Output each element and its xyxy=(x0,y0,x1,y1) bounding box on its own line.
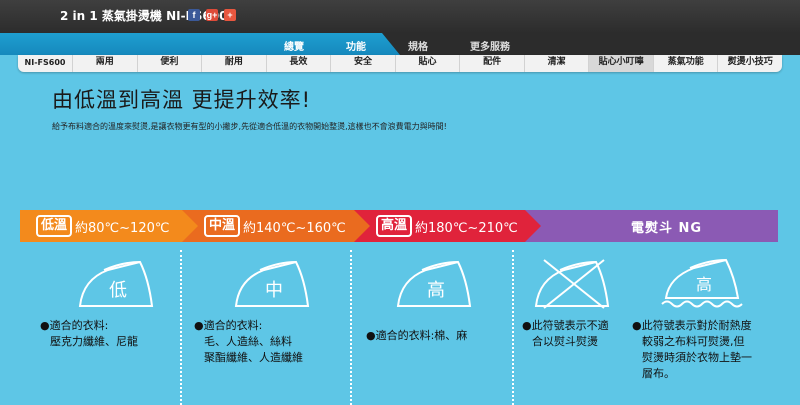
subnav-tab-convenient[interactable]: 便利 xyxy=(138,55,203,72)
caption-line: 層布。 xyxy=(642,367,675,380)
nav-more-services[interactable]: 更多服務 xyxy=(470,38,510,53)
iron-high-icon: 高 xyxy=(396,260,472,307)
subnav-tab-durable[interactable]: 耐用 xyxy=(202,55,267,72)
iron-low-label: 低 xyxy=(109,280,127,301)
subnav-tab-dual[interactable]: 兩用 xyxy=(73,55,138,72)
subnav-tab-safety[interactable]: 安全 xyxy=(331,55,396,72)
caption-low: ●適合的衣料: 壓克力纖維、尼龍 xyxy=(40,318,138,350)
iron-steam-cloth-icon: 高 xyxy=(661,258,743,308)
caption-line: 壓克力纖維、尼龍 xyxy=(50,335,138,348)
main-nav: 總覽 功能 規格 更多服務 xyxy=(0,33,800,55)
temp-badge-high: 高溫 xyxy=(376,215,413,237)
caption-ng: ●此符號表示不適 合以熨斗熨燙 xyxy=(522,318,609,350)
temp-segment-high: 高溫 約180℃~210℃ xyxy=(354,210,544,242)
feature-subnav: NI-FS600 兩用 便利 耐用 長效 安全 貼心 配件 清潔 貼心小叮嚀 蒸… xyxy=(18,55,782,72)
temp-range-low: 約80℃~120℃ xyxy=(75,220,170,236)
top-header: 2 in 1 蒸氣掛燙機 NI-FS600 f g+ + xyxy=(0,0,800,33)
caption-mid: ●適合的衣料: 毛、人造絲、絲料 聚酯纖維、人造纖維 xyxy=(194,318,303,366)
nav-features[interactable]: 功能 xyxy=(346,38,366,53)
caption-high: ●適合的衣料:棉、麻 xyxy=(366,328,467,344)
nav-overview[interactable]: 總覽 xyxy=(284,38,304,53)
caption-line: 熨燙時須於衣物上墊一 xyxy=(642,351,752,364)
subnav-tab-thoughtful[interactable]: 貼心 xyxy=(396,55,461,72)
subnav-tab-ironing-tips[interactable]: 熨燙小技巧 xyxy=(718,55,782,72)
temp-range-mid: 約140℃~160℃ xyxy=(243,220,346,236)
caption-line: 毛、人造絲、絲料 xyxy=(204,335,292,348)
iron-no-iron-icon xyxy=(534,259,610,309)
subnav-tab-long-lasting[interactable]: 長效 xyxy=(267,55,332,72)
caption-steam: ●此符號表示對於耐熱度 較弱之布料可熨燙,但 熨燙時須於衣物上墊一 層布。 xyxy=(632,318,752,382)
caption-line: ●此符號表示不適 xyxy=(522,319,609,332)
nav-specs[interactable]: 規格 xyxy=(408,38,428,53)
subnav-tab-steam[interactable]: 蒸氣功能 xyxy=(654,55,719,72)
column-divider xyxy=(350,250,352,405)
subnav-tab-accessories[interactable]: 配件 xyxy=(460,55,525,72)
column-divider xyxy=(180,250,182,405)
temp-segment-mid: 中溫 約140℃~160℃ xyxy=(182,210,372,242)
caption-line: 較弱之布料可熨燙,但 xyxy=(642,335,745,348)
subnav-model: NI-FS600 xyxy=(18,55,74,72)
iron-low-icon: 低 xyxy=(78,260,154,307)
temp-badge-low: 低溫 xyxy=(36,215,73,237)
subnav-tab-cleaning[interactable]: 清潔 xyxy=(525,55,590,72)
caption-line: ●適合的衣料: xyxy=(40,319,109,332)
temp-segment-ng: 電熨斗 NG xyxy=(525,210,778,242)
caption-line: ●適合的衣料:棉、麻 xyxy=(366,329,468,342)
iron-mid-label: 中 xyxy=(265,280,283,301)
facebook-icon[interactable]: f xyxy=(188,9,200,21)
subnav-tab-tips[interactable]: 貼心小叮嚀 xyxy=(589,55,654,72)
temp-range-high: 約180℃~210℃ xyxy=(415,220,518,236)
plurk-icon[interactable]: + xyxy=(224,9,236,21)
product-title: 2 in 1 蒸氣掛燙機 NI-FS600 xyxy=(60,9,228,23)
caption-line: 聚酯纖維、人造纖維 xyxy=(204,351,303,364)
caption-line: 合以熨斗熨燙 xyxy=(532,335,598,348)
caption-line: ●此符號表示對於耐熱度 xyxy=(632,319,752,332)
column-divider xyxy=(512,250,514,405)
main-nav-highlight xyxy=(0,33,400,55)
iron-high-label: 高 xyxy=(427,280,445,301)
caption-line: ●適合的衣料: xyxy=(194,319,263,332)
iron-steam-label: 高 xyxy=(696,275,712,294)
page-headline: 由低溫到高溫 更提升效率! xyxy=(52,88,312,112)
temp-badge-mid: 中溫 xyxy=(204,215,241,237)
iron-mid-icon: 中 xyxy=(234,260,310,307)
google-plus-icon[interactable]: g+ xyxy=(206,9,218,21)
temp-label-ng: 電熨斗 NG xyxy=(630,220,703,236)
page-description: 給予布料適合的溫度來熨燙,是讓衣物更有型的小撇步,先從適合低溫的衣物開始整燙,這… xyxy=(52,122,447,131)
temp-segment-low: 低溫 約80℃~120℃ xyxy=(20,210,202,242)
